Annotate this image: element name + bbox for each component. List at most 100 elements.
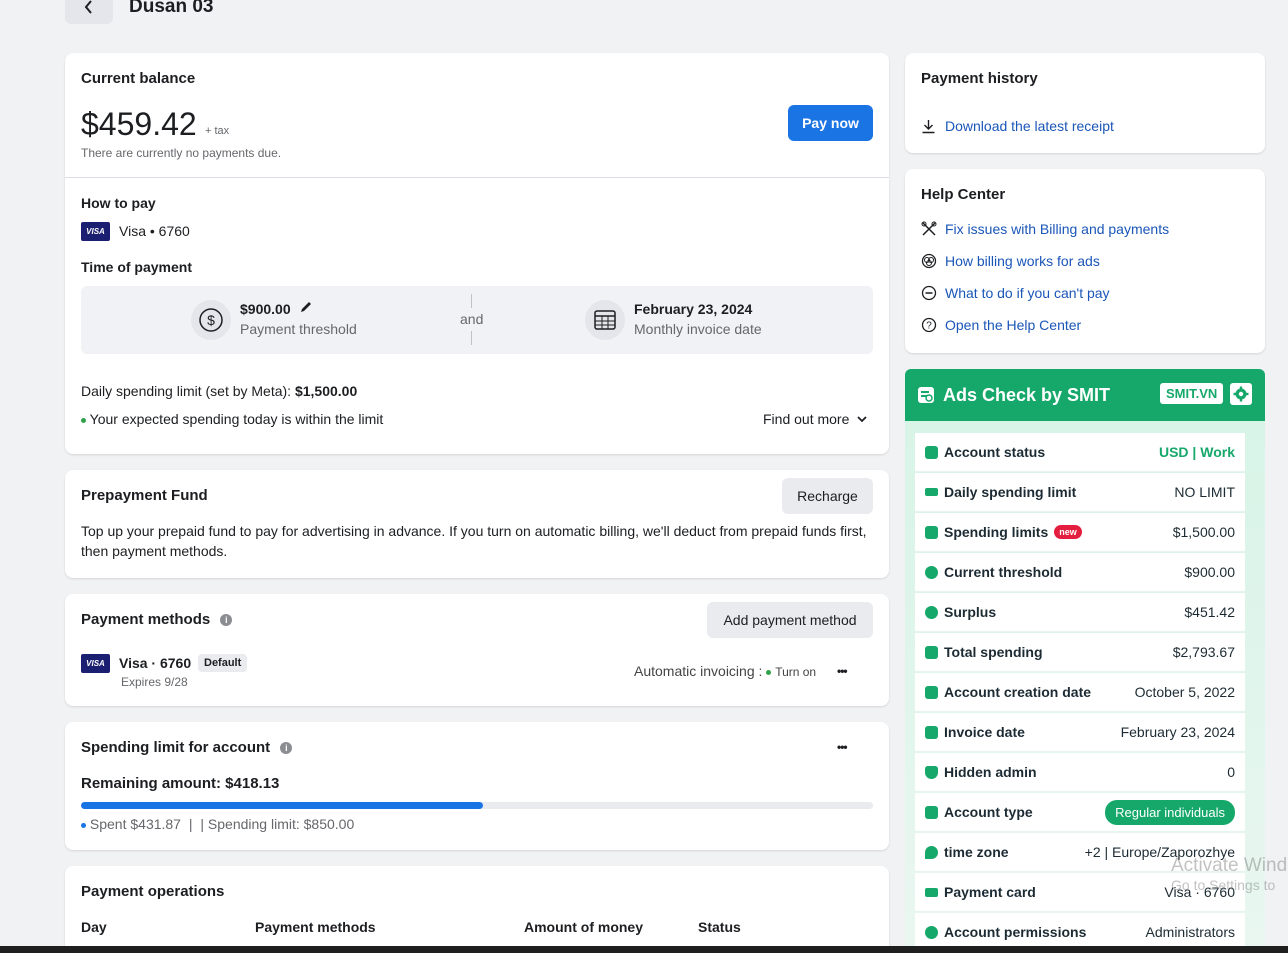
smit-row-hidden-admin: Hidden admin 0 [915,753,1245,792]
activation-watermark: Activate Wind Go to Settings to [1171,855,1287,893]
smit-row-invoice-date: Invoice date February 23, 2024 [915,713,1245,752]
visa-logo: VISA [81,222,110,241]
card-label: Visa • 6760 [119,223,190,239]
balance-amount: $459.42 [81,106,197,142]
smit-row-account-status: Account status USD | Work [915,433,1245,472]
spending-limits-label: Spending limits [944,524,1049,540]
expected-spending-line: Your expected spending today is within t… [81,411,383,427]
smit-row-surplus: Surplus $451.42 [915,593,1245,632]
card-icon [925,488,938,496]
help-link-label: How billing works for ads [945,253,1100,269]
svg-text:$: $ [207,312,215,328]
calendar-icon [925,685,938,699]
recharge-button[interactable]: Recharge [782,478,873,514]
status-dot [81,417,86,423]
visa-logo: VISA [81,654,110,673]
smit-row-daily-limit: Daily spending limit NO LIMIT [915,473,1245,512]
status-dot [766,669,772,675]
find-out-more-button[interactable]: Find out more [763,411,868,427]
daily-limit-text: Daily spending limit (set by Meta): [81,383,292,399]
shield-icon [925,765,938,779]
smit-badge[interactable]: SMIT.VN [1160,383,1224,404]
help-link-billing-works[interactable]: How billing works for ads [921,253,1100,269]
column-day: Day [81,919,107,935]
help-link-cant-pay[interactable]: What to do if you can't pay [921,285,1110,301]
separator: | [188,816,193,832]
prepayment-fund-card: Prepayment Fund Recharge Top up your pre… [65,470,889,578]
settings-button[interactable] [1230,383,1252,405]
add-payment-method-button[interactable]: Add payment method [707,602,873,638]
invoice-date-label: Monthly invoice date [634,321,762,337]
default-badge: Default [198,654,248,672]
page-title: Dusan 03 [129,0,214,17]
daily-limit-line: Daily spending limit (set by Meta): $1,5… [81,383,357,399]
threshold-label: Payment threshold [240,321,357,337]
payment-operations-card: Payment operations [65,866,889,953]
invoice-icon [925,725,938,739]
watermark-line-2: Go to Settings to [1171,877,1276,893]
payment-card-label: Visa · 6760 [119,655,192,671]
chevron-left-icon [84,0,92,14]
smit-row-total-spending: Total spending $2,793.67 [915,633,1245,672]
pay-now-button[interactable]: Pay now [788,105,873,141]
user-icon [925,805,938,819]
smit-row-account-type: Account type Regular individuals [915,793,1245,832]
payment-history-heading: Payment history [921,70,1038,87]
svg-text:?: ? [926,321,932,332]
download-receipt-link[interactable]: Download the latest receipt [921,118,1114,134]
threshold-value: $900.00 [240,301,291,317]
info-icon[interactable]: i [280,742,293,755]
current-balance-heading: Current balance [81,70,196,87]
more-options-button[interactable]: ••• [837,740,848,754]
find-out-more-label: Find out more [763,411,850,427]
chevron-down-icon [857,415,868,422]
coins-icon [921,253,937,269]
smit-title: Ads Check by SMIT [943,385,1111,405]
spending-summary: Spent $431.87 | | Spending limit: $850.0… [81,816,354,832]
remaining-amount: Remaining amount: $418.13 [81,775,280,792]
info-icon[interactable]: i [220,614,233,627]
daily-limit-value: $1,500.00 [294,383,358,399]
trend-icon [925,565,938,579]
invoice-date-value: February 23, 2024 [634,301,753,317]
divider [65,177,889,178]
spent-dot [81,822,86,828]
help-link-fix-issues[interactable]: Fix issues with Billing and payments [921,221,1169,237]
gear-icon [1233,386,1249,402]
spending-progress-track [81,802,873,809]
turn-on-link[interactable]: Turn on [775,665,816,679]
download-receipt-label: Download the latest receipt [945,118,1114,134]
and-label: and [460,311,484,327]
tax-note: + tax [205,125,230,137]
column-status: Status [698,919,741,935]
and-divider-top [471,294,472,308]
edit-threshold-button[interactable] [299,300,313,319]
location-icon [925,845,938,859]
payment-methods-card: Payment methods i Add payment method VIS… [65,594,889,706]
receipt-icon [925,645,938,659]
pencil-icon [301,302,311,312]
smit-header: Ads Check by SMIT SMIT.VN [905,369,1265,421]
watermark-line-1: Activate Wind [1171,855,1288,876]
download-icon [922,119,935,133]
question-circle-icon: ? [921,317,937,333]
help-link-open-help-center[interactable]: ? Open the Help Center [921,317,1081,333]
how-to-pay-heading: How to pay [81,195,156,211]
dollar-icon [925,605,938,619]
no-payments-note: There are currently no payments due. [81,146,282,160]
smit-row-creation-date: Account creation date October 5, 2022 [915,673,1245,712]
minus-circle-icon [921,285,937,301]
spending-limit-heading: Spending limit for account i [81,739,293,756]
limit-amount: | Spending limit: $850.00 [200,816,355,832]
help-link-label: Fix issues with Billing and payments [945,221,1170,237]
card-expiry: Expires 9/28 [121,675,188,689]
tools-icon [921,221,937,236]
help-link-label: What to do if you can't pay [945,285,1110,301]
users-icon [925,925,938,939]
back-button[interactable] [65,0,113,24]
automatic-invoicing: Automatic invoicing : Turn on [634,663,816,679]
expected-spending-text: Your expected spending today is within t… [89,411,384,427]
spending-progress-fill [81,802,484,809]
more-options-button[interactable]: ••• [837,664,848,678]
column-payment-methods: Payment methods [255,919,376,935]
